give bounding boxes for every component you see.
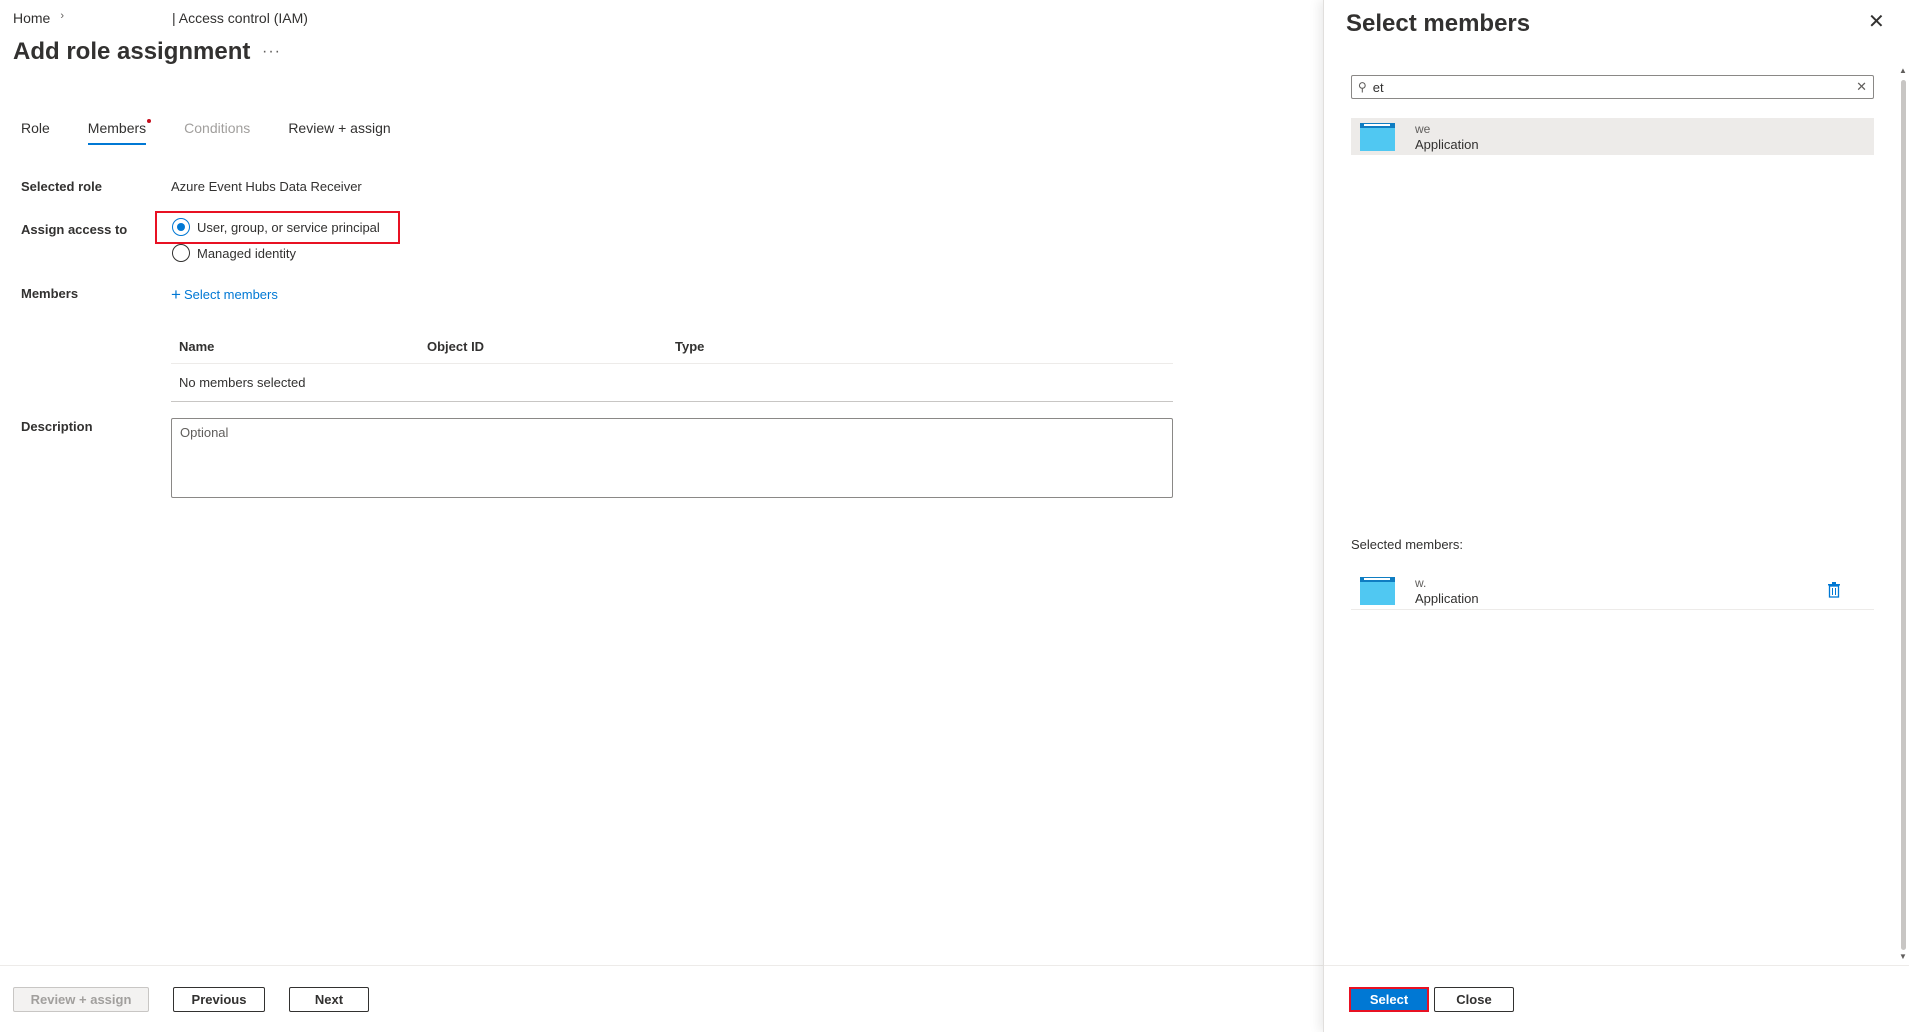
scroll-down-icon[interactable]: ▼ [1899, 952, 1907, 961]
panel-scrollbar[interactable]: ▲ ▼ [1899, 66, 1907, 970]
empty-table-text: No members selected [179, 375, 306, 390]
application-icon [1360, 122, 1395, 151]
select-button[interactable]: Select [1349, 987, 1429, 1012]
column-header-object-id: Object ID [427, 339, 485, 354]
clear-icon[interactable]: ✕ [1856, 79, 1867, 95]
table-header: Name Object ID Type [171, 330, 1173, 364]
search-input[interactable]: ⚲ et ✕ [1351, 75, 1874, 99]
breadcrumb-home[interactable]: Home [13, 10, 50, 26]
description-textarea[interactable]: Optional [171, 418, 1173, 498]
main-page: Home › | Access control (IAM) Add role a… [0, 0, 1325, 1032]
tab-bar: Role Members Conditions Review + assign [21, 119, 429, 145]
result-name: we [1415, 121, 1431, 136]
selected-type: Application [1415, 591, 1479, 606]
description-label: Description [21, 419, 93, 434]
radio-unchecked-icon[interactable] [172, 244, 190, 262]
members-label: Members [21, 286, 79, 301]
trash-svg [1828, 582, 1840, 598]
selected-role-value: Azure Event Hubs Data Receiver [171, 179, 362, 194]
panel-footer-divider [1324, 965, 1909, 966]
tab-conditions[interactable]: Conditions [184, 120, 250, 145]
previous-button[interactable]: Previous [173, 987, 265, 1012]
radio-user-group[interactable]: User, group, or service principal [172, 218, 380, 236]
select-members-link-label: Select members [183, 287, 278, 302]
radio-managed-identity[interactable]: Managed identity [172, 244, 296, 262]
panel-title: Select members [1346, 10, 1531, 37]
next-button[interactable]: Next [289, 987, 369, 1012]
selected-name: w. [1415, 576, 1427, 590]
trash-icon[interactable] [1827, 582, 1841, 603]
search-value: et [1372, 79, 1384, 95]
selected-role-label: Selected role [21, 179, 102, 194]
footer-divider [0, 965, 1325, 966]
radio-managed-identity-label: Managed identity [197, 245, 297, 261]
scroll-up-icon[interactable]: ▲ [1899, 66, 1907, 75]
tab-review-assign[interactable]: Review + assign [288, 120, 390, 145]
list-item[interactable]: we Application [1351, 118, 1874, 155]
radio-checked-icon[interactable] [172, 218, 190, 236]
selected-members-label: Selected members: [1351, 537, 1463, 552]
select-members-panel: Select members ✕ ⚲ et ✕ we Application S… [1323, 0, 1909, 1032]
close-button[interactable]: Close [1434, 987, 1514, 1012]
column-header-type: Type [675, 339, 705, 354]
chevron-right-icon: › [60, 10, 65, 22]
application-icon [1360, 577, 1395, 605]
column-header-name: Name [179, 339, 215, 354]
selected-member-item: w. Application [1351, 573, 1874, 610]
scroll-thumb[interactable] [1901, 80, 1906, 950]
radio-user-group-label: User, group, or service principal [197, 219, 380, 235]
tab-members[interactable]: Members [87, 119, 152, 145]
tab-role[interactable]: Role [21, 120, 50, 145]
plus-icon: + [171, 285, 181, 304]
breadcrumb-iam[interactable]: | Access control (IAM) [172, 10, 308, 26]
tab-members-label: Members [87, 120, 147, 136]
assign-access-label: Assign access to [21, 222, 128, 237]
required-dot-icon [147, 119, 152, 123]
page-title: Add role assignment [13, 38, 251, 65]
select-members-link[interactable]: + Select members [171, 286, 278, 303]
close-icon[interactable]: ✕ [1868, 12, 1885, 32]
result-type: Application [1415, 136, 1479, 152]
breadcrumb: Home › | Access control (IAM) [13, 10, 308, 26]
more-options-icon[interactable]: ··· [262, 43, 281, 61]
description-placeholder: Optional [180, 425, 229, 440]
search-icon: ⚲ [1358, 80, 1367, 94]
review-assign-button[interactable]: Review + assign [13, 987, 149, 1012]
table-row: No members selected [171, 364, 1173, 402]
members-table: Name Object ID Type No members selected [171, 330, 1173, 402]
